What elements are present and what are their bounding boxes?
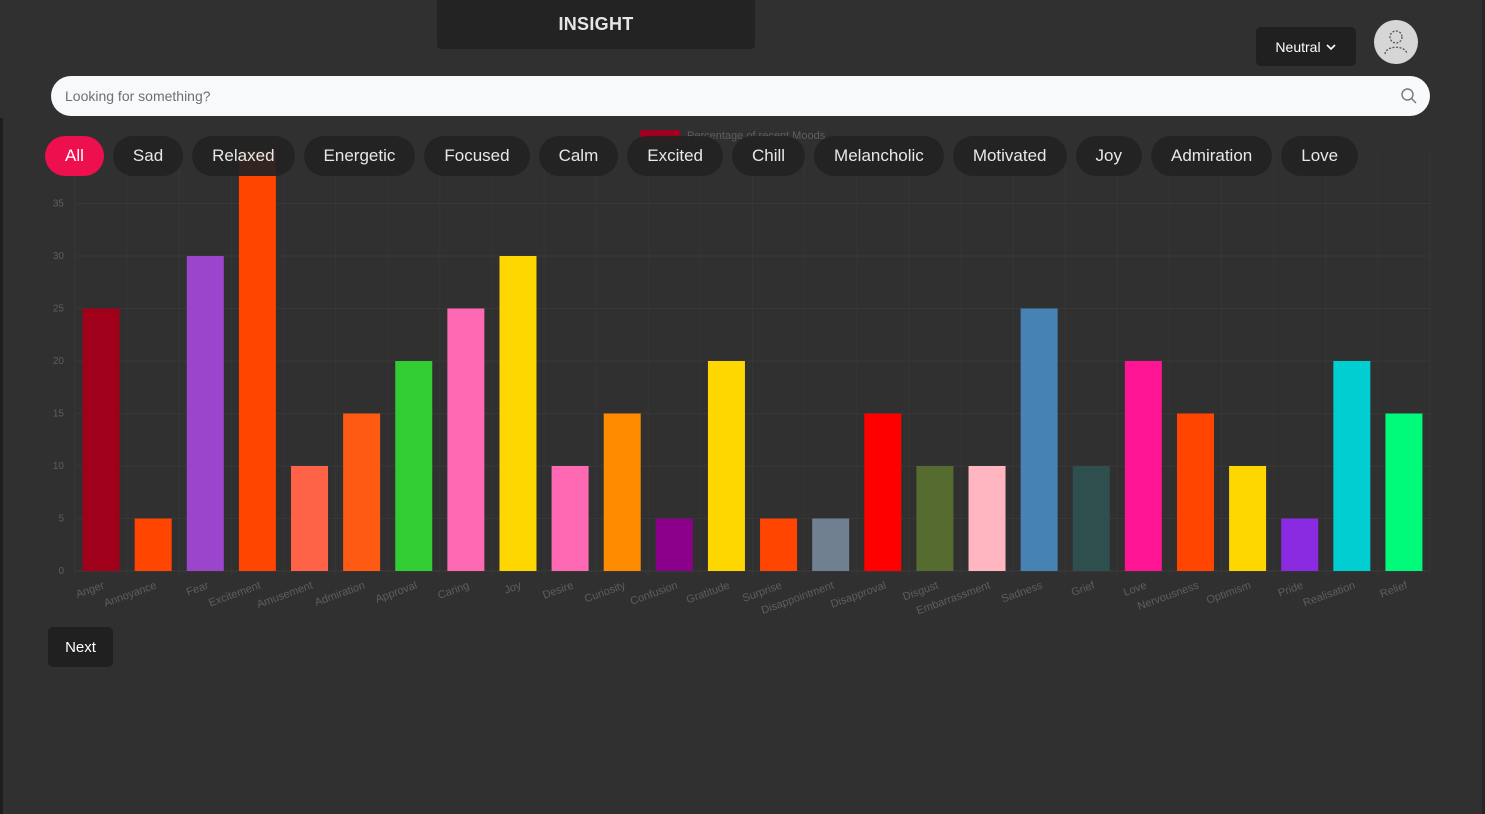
filter-chip-excited[interactable]: Excited [627,136,723,176]
bar-excitement [238,151,276,571]
bar-anger [82,308,120,571]
bar-relief [1385,413,1423,571]
x-tick-label: Disapproval [829,580,888,611]
y-tick-label: 35 [53,199,65,210]
next-button[interactable]: Next [48,627,113,667]
x-tick-label: Pride [1276,580,1304,600]
x-tick-label: Fear [185,579,211,598]
x-tick-label: Amusement [255,580,314,611]
filter-chip-energetic[interactable]: Energetic [303,136,416,176]
y-tick-label: 5 [58,514,64,525]
y-tick-label: 0 [58,566,64,577]
bar-curiosity [603,413,641,571]
filter-chip-joy[interactable]: Joy [1075,136,1142,176]
x-tick-label: Love [1122,580,1149,599]
bar-annoyance [134,518,172,571]
x-tick-label: Desire [541,580,575,602]
x-tick-label: Optimism [1205,580,1253,607]
filter-chip-calm[interactable]: Calm [538,136,619,176]
bar-sadness [1020,308,1058,571]
y-tick-label: 20 [53,356,65,367]
filter-chip-melancholic[interactable]: Melancholic [814,136,944,176]
bar-disappointment [812,518,850,571]
bar-nervousness [1176,413,1214,571]
x-tick-label: Curiosity [583,579,628,605]
bar-fear [186,256,224,571]
bar-disapproval [864,413,902,571]
bar-disgust [916,466,954,571]
bar-approval [395,361,433,571]
filter-chip-motivated[interactable]: Motivated [952,136,1067,176]
x-tick-label: Realisation [1302,580,1357,610]
y-tick-label: 30 [53,251,65,262]
filter-chip-focused[interactable]: Focused [424,136,530,176]
bar-joy [499,256,537,571]
y-tick-label: 25 [53,304,65,315]
bar-admiration [343,413,381,571]
filter-chip-love[interactable]: Love [1281,136,1359,176]
bar-caring [447,308,485,571]
mood-chart: 05101520253035AngerAnnoyance FearExciteme… [53,130,1431,617]
x-tick-label: Sadness [1000,579,1045,605]
filter-chip-relaxed[interactable]: Relaxed [192,136,295,176]
bar-love [1124,361,1162,571]
filter-chip-admiration[interactable]: Admiration [1150,136,1273,176]
filter-chip-sad[interactable]: Sad [112,136,184,176]
x-tick-label: Caring [436,580,471,602]
filter-chip-all[interactable]: All [45,136,104,176]
x-tick-label: Grief [1070,579,1097,599]
y-tick-label: 15 [53,409,65,420]
bar-optimism [1229,466,1267,571]
bar-pride [1281,518,1319,571]
bar-embarrassment [968,466,1006,571]
x-tick-label: Approval [374,580,419,606]
bar-confusion [655,518,693,571]
x-tick-label: Annoyance [102,580,158,610]
y-tick-label: 10 [53,461,65,472]
bar-gratitude [707,361,745,571]
bar-surprise [760,518,798,571]
x-tick-label: Admiration [313,580,367,609]
bar-grief [1072,466,1110,571]
filter-chip-chill[interactable]: Chill [731,136,806,176]
x-tick-label: Joy [503,579,524,596]
x-tick-label: Gratitude [685,580,732,607]
bar-amusement [291,466,329,571]
mood-filter-chips: All Sad Relaxed Energetic Focused Calm Excited… [45,136,1359,176]
bar-desire [551,466,589,571]
x-tick-label: Relief [1378,579,1409,600]
x-tick-label: Excitement [207,580,262,610]
x-tick-label: Confusion [629,580,680,608]
bar-realisation [1333,361,1371,571]
